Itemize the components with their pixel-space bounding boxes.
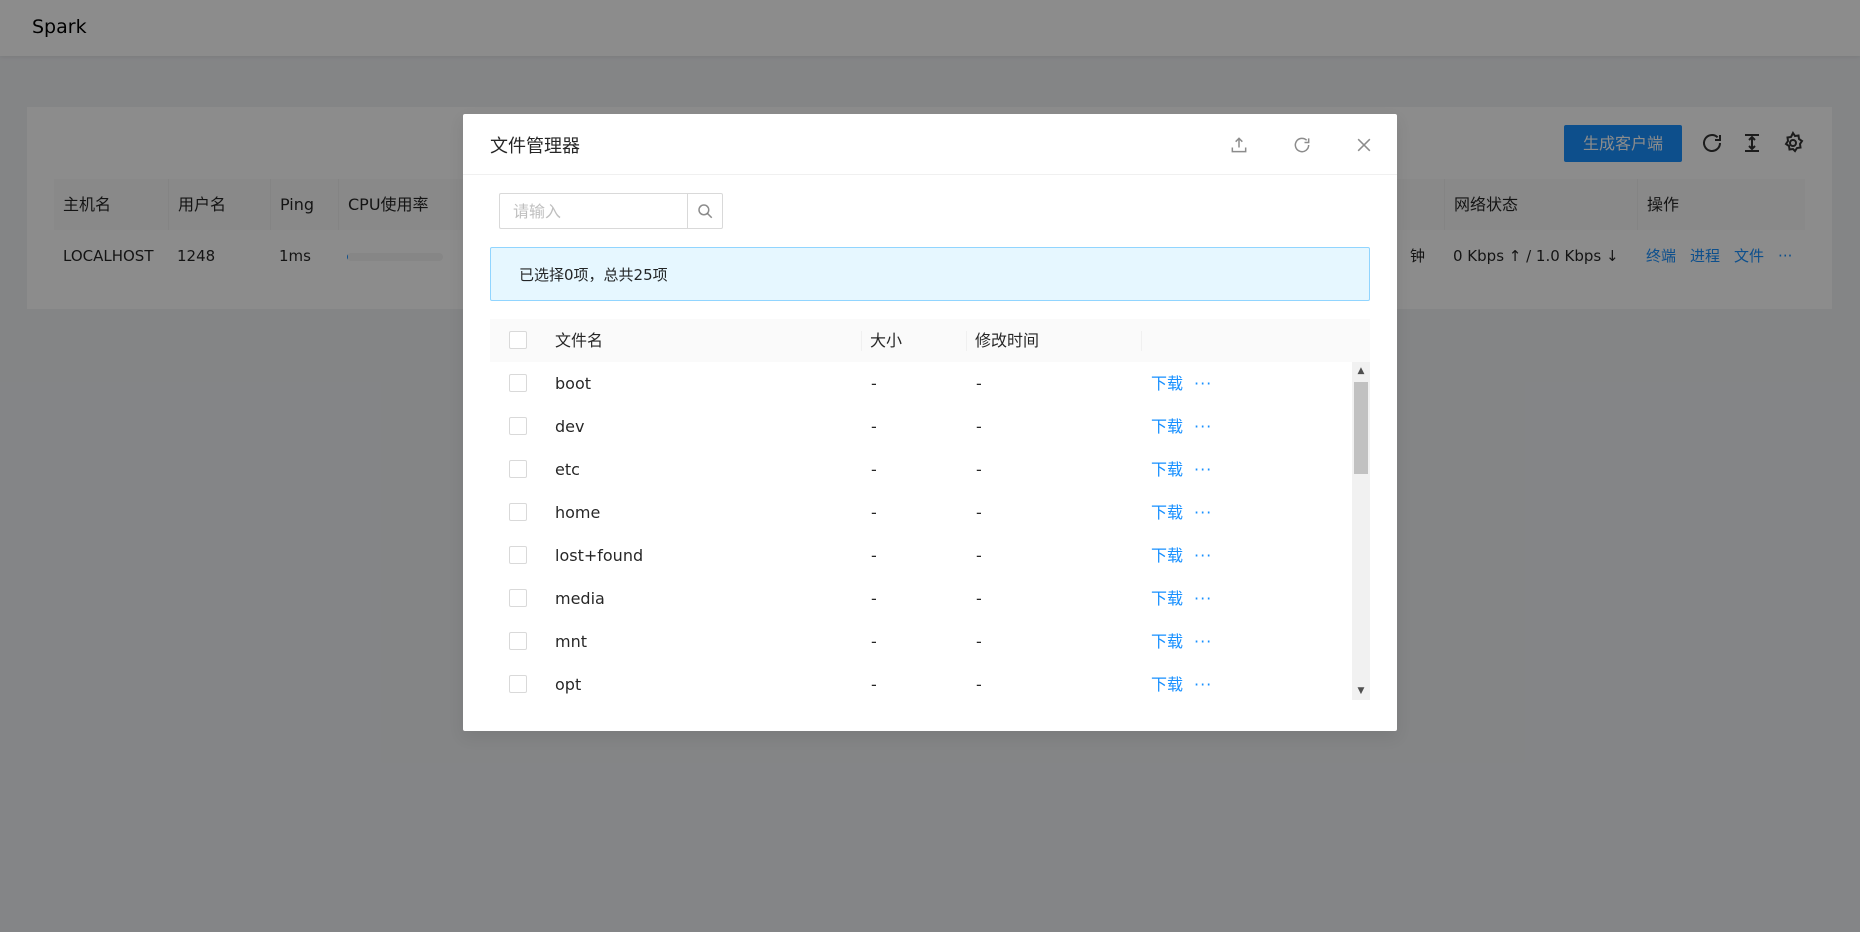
download-link[interactable]: 下载 [1151, 448, 1183, 491]
close-icon[interactable] [1351, 132, 1377, 158]
row-checkbox[interactable] [509, 589, 527, 607]
file-mtime: - [976, 503, 982, 522]
row-checkbox[interactable] [509, 417, 527, 435]
file-size: - [871, 632, 877, 651]
file-name[interactable]: home [555, 491, 600, 534]
row-checkbox[interactable] [509, 546, 527, 564]
file-mtime: - [976, 589, 982, 608]
file-mtime: - [976, 675, 982, 694]
table-row[interactable]: opt - - 下载 ··· [490, 663, 1350, 700]
upload-icon[interactable] [1226, 132, 1252, 158]
file-size: - [871, 675, 877, 694]
row-checkbox[interactable] [509, 460, 527, 478]
file-mtime: - [976, 460, 982, 479]
download-link[interactable]: 下载 [1151, 534, 1183, 577]
column-divider [861, 331, 862, 351]
file-size: - [871, 417, 877, 436]
file-size: - [871, 546, 877, 565]
more-link[interactable]: ··· [1194, 577, 1212, 620]
scrollbar-thumb[interactable] [1354, 382, 1368, 474]
file-mtime: - [976, 546, 982, 565]
download-link[interactable]: 下载 [1151, 577, 1183, 620]
scroll-up-arrow[interactable]: ▲ [1352, 362, 1370, 380]
file-mtime: - [976, 632, 982, 651]
file-size: - [871, 589, 877, 608]
table-row[interactable]: mnt - - 下载 ··· [490, 620, 1350, 663]
file-table-scrollbar[interactable]: ▲ ▼ [1352, 362, 1370, 700]
col-filename: 文件名 [555, 331, 604, 350]
table-row[interactable]: home - - 下载 ··· [490, 491, 1350, 534]
more-link[interactable]: ··· [1194, 663, 1212, 700]
row-checkbox[interactable] [509, 503, 527, 521]
row-checkbox[interactable] [509, 374, 527, 392]
file-name[interactable]: media [555, 577, 605, 620]
file-name[interactable]: etc [555, 448, 580, 491]
file-table-body[interactable]: opt - - 下载 ··· mnt - - 下载 ··· media - - 下载 ··· lost+fou… [490, 362, 1370, 700]
file-manager-modal: 文件管理器 已选择0项，总共25项 文件名 大小 修改时间 opt - - 下载 ···… [463, 114, 1397, 731]
search-box [499, 193, 723, 229]
file-mtime: - [976, 374, 982, 393]
more-link[interactable]: ··· [1194, 448, 1212, 491]
file-size: - [871, 503, 877, 522]
reload-icon[interactable] [1289, 132, 1315, 158]
column-divider [966, 331, 967, 351]
file-table-header: 文件名 大小 修改时间 [490, 319, 1370, 362]
modal-header: 文件管理器 [463, 114, 1397, 175]
file-size: - [871, 374, 877, 393]
col-mtime: 修改时间 [975, 331, 1040, 350]
scroll-down-arrow[interactable]: ▼ [1352, 682, 1370, 700]
download-link[interactable]: 下载 [1151, 491, 1183, 534]
table-row[interactable]: boot - - 下载 ··· [490, 362, 1350, 405]
download-link[interactable]: 下载 [1151, 620, 1183, 663]
col-size: 大小 [870, 331, 903, 350]
search-icon [698, 204, 713, 219]
file-name[interactable]: mnt [555, 620, 587, 663]
more-link[interactable]: ··· [1194, 534, 1212, 577]
table-row[interactable]: media - - 下载 ··· [490, 577, 1350, 620]
file-name[interactable]: opt [555, 663, 581, 700]
selection-summary: 已选择0项，总共25项 [519, 266, 668, 284]
table-row[interactable]: etc - - 下载 ··· [490, 448, 1350, 491]
column-divider [1141, 331, 1142, 351]
more-link[interactable]: ··· [1194, 405, 1212, 448]
row-checkbox[interactable] [509, 632, 527, 650]
row-checkbox[interactable] [509, 675, 527, 693]
file-name[interactable]: lost+found [555, 534, 643, 577]
select-all-checkbox[interactable] [509, 331, 527, 349]
file-name[interactable]: dev [555, 405, 584, 448]
download-link[interactable]: 下载 [1151, 362, 1183, 405]
table-row[interactable]: lost+found - - 下载 ··· [490, 534, 1350, 577]
file-name[interactable]: boot [555, 362, 591, 405]
modal-title: 文件管理器 [490, 136, 580, 157]
file-mtime: - [976, 417, 982, 436]
more-link[interactable]: ··· [1194, 491, 1212, 534]
search-button[interactable] [687, 193, 723, 229]
more-link[interactable]: ··· [1194, 620, 1212, 663]
more-link[interactable]: ··· [1194, 362, 1212, 405]
file-size: - [871, 460, 877, 479]
search-input[interactable] [499, 193, 687, 229]
download-link[interactable]: 下载 [1151, 663, 1183, 700]
selection-alert: 已选择0项，总共25项 [490, 247, 1370, 301]
table-row[interactable]: dev - - 下载 ··· [490, 405, 1350, 448]
download-link[interactable]: 下载 [1151, 405, 1183, 448]
